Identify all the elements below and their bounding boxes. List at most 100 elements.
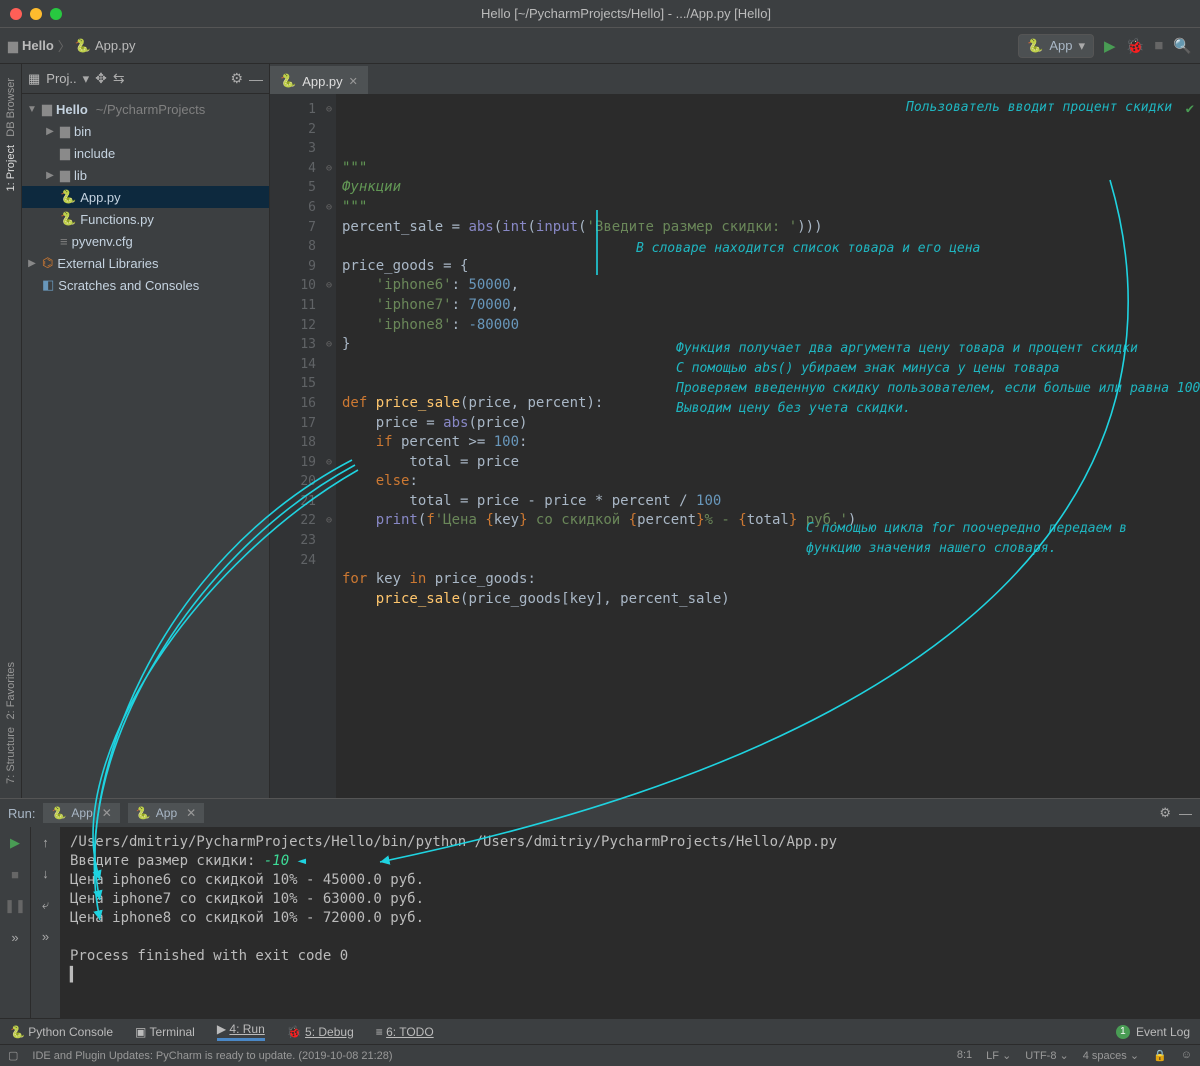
pause-icon: ❚❚ <box>4 898 26 914</box>
more-icon[interactable]: » <box>42 929 49 944</box>
stop-button-disabled: ■ <box>1154 37 1163 54</box>
run-panel: Run: 🐍App✕ 🐍App✕ ⚙ — ▶ ■ ❚❚ » ↑ ↓ ⤶ » /U… <box>0 798 1200 1018</box>
console-line: Process finished with exit code 0 <box>70 947 1190 966</box>
run-panel-label: Run: <box>8 806 35 821</box>
wrap-icon[interactable]: ⤶ <box>42 897 49 913</box>
tree-item[interactable]: ▆include <box>22 142 269 164</box>
more-icon[interactable]: » <box>11 930 18 945</box>
python-icon: 🐍 <box>51 806 66 820</box>
chevron-down-icon[interactable]: ▾ <box>83 71 90 87</box>
hector-icon[interactable]: ☺ <box>1181 1049 1192 1062</box>
tree-item-label: pyvenv.cfg <box>72 234 133 249</box>
notification-badge: 1 <box>1116 1025 1130 1039</box>
project-tab[interactable]: 1: Project <box>5 145 17 191</box>
python-icon: 🐍 <box>1027 38 1043 54</box>
zoom-window[interactable] <box>50 8 62 20</box>
run-tab-1-label: App <box>71 806 92 820</box>
project-tree[interactable]: ▼ ▆ Hello ~/PycharmProjects ▶▆bin▆includ… <box>22 94 269 798</box>
code-annotation: С помощью abs() убираем знак минуса у це… <box>676 359 1060 379</box>
tree-item[interactable]: 🐍Functions.py <box>22 208 269 230</box>
code-annotation: Проверяем введенную скидку пользователем… <box>676 379 1200 399</box>
locate-icon[interactable]: ✥ <box>95 70 107 87</box>
status-message[interactable]: IDE and Plugin Updates: PyCharm is ready… <box>32 1050 392 1062</box>
terminal-tab[interactable]: ▣ Terminal <box>135 1025 195 1039</box>
inspection-ok-icon[interactable]: ✔ <box>1186 100 1194 120</box>
project-panel-icon: ▦ <box>28 71 40 87</box>
run-panel-header: Run: 🐍App✕ 🐍App✕ ⚙ — <box>0 799 1200 827</box>
breadcrumb-file[interactable]: App.py <box>95 38 135 53</box>
debug-button[interactable]: 🐞 <box>1126 37 1145 55</box>
run-tab[interactable]: ▶ 4: Run <box>217 1022 265 1041</box>
tree-root[interactable]: ▼ ▆ Hello ~/PycharmProjects <box>22 98 269 120</box>
lock-icon[interactable]: 🔒 <box>1153 1049 1167 1062</box>
breadcrumb-project[interactable]: Hello <box>22 38 54 53</box>
gear-icon[interactable]: ⚙ <box>230 70 243 87</box>
folder-icon: ▆ <box>8 38 18 54</box>
chevron-down-icon: ▾ <box>1078 38 1085 54</box>
project-panel-title[interactable]: Proj.. <box>46 71 76 86</box>
encoding[interactable]: UTF-8 ⌄ <box>1025 1049 1068 1062</box>
console-line: Цена iphone7 со скидкой 10% - 63000.0 ру… <box>70 890 1190 909</box>
event-log-tab[interactable]: 1 Event Log <box>1116 1025 1190 1039</box>
external-libraries[interactable]: ▶ ⌬ External Libraries <box>22 252 269 274</box>
structure-tab[interactable]: 7: Structure <box>5 727 17 784</box>
collapse-icon[interactable]: ⇆ <box>113 70 125 87</box>
editor-tab[interactable]: 🐍 App.py ✕ <box>270 66 368 94</box>
editor-tab-label: App.py <box>302 74 342 89</box>
arrow-right-icon[interactable]: ▶ <box>26 258 38 269</box>
code-area[interactable]: ✔ """Функции"""percent_sale = abs(int(in… <box>336 94 1200 798</box>
rerun-icon[interactable]: ▶ <box>10 835 20 851</box>
favorites-tab[interactable]: 2: Favorites <box>5 662 17 719</box>
python-console-tab[interactable]: 🐍 Python Console <box>10 1025 113 1039</box>
line-gutter[interactable]: 123456789101112131415161718192021222324 <box>270 94 322 798</box>
hide-icon[interactable]: — <box>1179 806 1192 821</box>
code-annotation: В словаре находится список товара и его … <box>636 239 980 259</box>
run-config-dropdown[interactable]: 🐍 App ▾ <box>1018 34 1094 58</box>
file-icon: ▆ <box>60 167 70 183</box>
hide-icon[interactable]: — <box>249 71 263 87</box>
console-line: /Users/dmitriy/PycharmProjects/Hello/bin… <box>70 833 1190 852</box>
down-icon[interactable]: ↓ <box>42 866 49 881</box>
titlebar: Hello [~/PycharmProjects/Hello] - .../Ap… <box>0 0 1200 28</box>
scratches-label: Scratches and Consoles <box>58 278 199 293</box>
todo-tab[interactable]: ≡ 6: TODO <box>376 1025 434 1039</box>
debug-tab[interactable]: 🐞 5: Debug <box>287 1025 354 1039</box>
breadcrumb[interactable]: ▆ Hello 〉 🐍 App.py <box>8 36 135 55</box>
close-window[interactable] <box>10 8 22 20</box>
fold-gutter[interactable]: ⊖⊖⊖⊖⊖⊖⊖ <box>322 94 336 798</box>
indent[interactable]: 4 spaces ⌄ <box>1083 1049 1139 1062</box>
close-icon[interactable]: ✕ <box>349 75 358 88</box>
close-icon[interactable]: ✕ <box>186 806 196 820</box>
run-tab-2[interactable]: 🐍App✕ <box>128 803 204 823</box>
tree-item[interactable]: ≡ pyvenv.cfg <box>22 230 269 252</box>
console-line: Цена iphone8 со скидкой 10% - 72000.0 ру… <box>70 909 1190 928</box>
tree-item[interactable]: 🐍App.py <box>22 186 269 208</box>
left-tool-strip: DB Browser 1: Project 2: Favorites 7: St… <box>0 64 22 798</box>
tree-item[interactable]: ▶▆lib <box>22 164 269 186</box>
scratches[interactable]: ◧ Scratches and Consoles <box>22 274 269 296</box>
tree-root-label: Hello <box>56 102 88 117</box>
run-toolbar-2: ↑ ↓ ⤶ » <box>30 827 60 1018</box>
tree-item-label: Functions.py <box>80 212 154 227</box>
arrow-icon[interactable]: ▶ <box>44 170 56 181</box>
status-left-icon[interactable]: ▢ <box>8 1049 18 1062</box>
line-ending[interactable]: LF ⌄ <box>986 1049 1011 1062</box>
library-icon: ⌬ <box>42 255 53 271</box>
minimize-window[interactable] <box>30 8 42 20</box>
console-output[interactable]: /Users/dmitriy/PycharmProjects/Hello/bin… <box>60 827 1200 1018</box>
arrow-down-icon[interactable]: ▼ <box>26 104 38 115</box>
tree-item-label: include <box>74 146 115 161</box>
db-browser-tab[interactable]: DB Browser <box>5 78 17 137</box>
run-tab-1[interactable]: 🐍 App ✕ <box>43 803 119 823</box>
gear-icon[interactable]: ⚙ <box>1159 805 1171 821</box>
run-button[interactable]: ▶ <box>1104 37 1116 55</box>
caret-pos[interactable]: 8:1 <box>957 1049 972 1062</box>
tree-item[interactable]: ▶▆bin <box>22 120 269 142</box>
file-icon: ≡ <box>60 234 68 249</box>
search-everywhere-icon[interactable]: 🔍 <box>1173 37 1192 55</box>
arrow-icon[interactable]: ▶ <box>44 126 56 137</box>
code-annotation: функцию значения нашего словаря. <box>806 539 1056 559</box>
close-icon[interactable]: ✕ <box>102 806 112 820</box>
scratches-icon: ◧ <box>42 277 54 293</box>
up-icon[interactable]: ↑ <box>42 835 49 850</box>
